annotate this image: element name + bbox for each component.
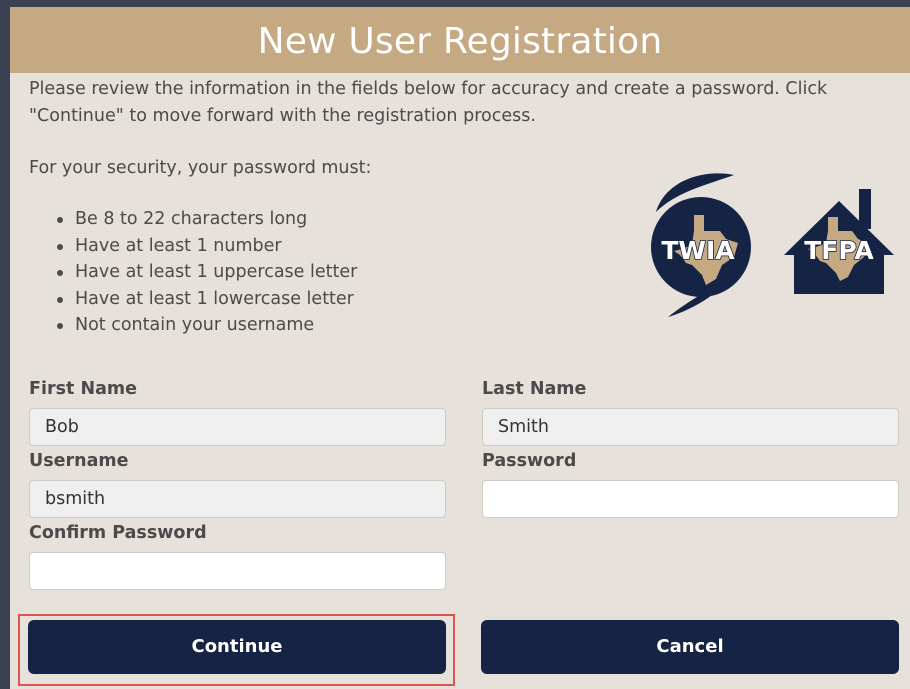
intro-text: Please review the information in the fie…: [29, 79, 828, 126]
logos: TWIA TFPA: [651, 173, 894, 317]
requirement-uppercase: Have at least 1 uppercase letter: [57, 259, 357, 286]
first-name-field[interactable]: [29, 408, 446, 446]
security-heading: For your security, your password must:: [29, 158, 372, 178]
registration-panel: New User Registration Please review the …: [10, 7, 910, 689]
confirm-password-label: Confirm Password: [29, 523, 207, 543]
password-label: Password: [482, 451, 577, 471]
first-name-label: First Name: [29, 379, 138, 399]
page-title: New User Registration: [257, 21, 663, 62]
password-field[interactable]: [482, 480, 899, 518]
username-field[interactable]: [29, 480, 446, 518]
confirm-password-field[interactable]: [29, 552, 446, 590]
header-bar: New User Registration: [10, 7, 910, 73]
requirement-length: Be 8 to 22 characters long: [57, 206, 357, 233]
continue-button[interactable]: Continue: [28, 620, 446, 674]
requirement-lowercase: Have at least 1 lowercase letter: [57, 286, 357, 313]
username-label: Username: [29, 451, 129, 471]
twia-logo: TWIA: [651, 173, 751, 317]
last-name-field[interactable]: [482, 408, 899, 446]
password-requirements-list: Be 8 to 22 characters long Have at least…: [57, 206, 357, 339]
tfpa-logo: TFPA: [784, 189, 894, 294]
requirement-no-username: Not contain your username: [57, 312, 357, 339]
cancel-button[interactable]: Cancel: [481, 620, 899, 674]
tfpa-logo-text: TFPA: [804, 236, 874, 265]
requirement-number: Have at least 1 number: [57, 233, 357, 260]
last-name-label: Last Name: [482, 379, 587, 399]
twia-logo-text: TWIA: [661, 236, 735, 265]
